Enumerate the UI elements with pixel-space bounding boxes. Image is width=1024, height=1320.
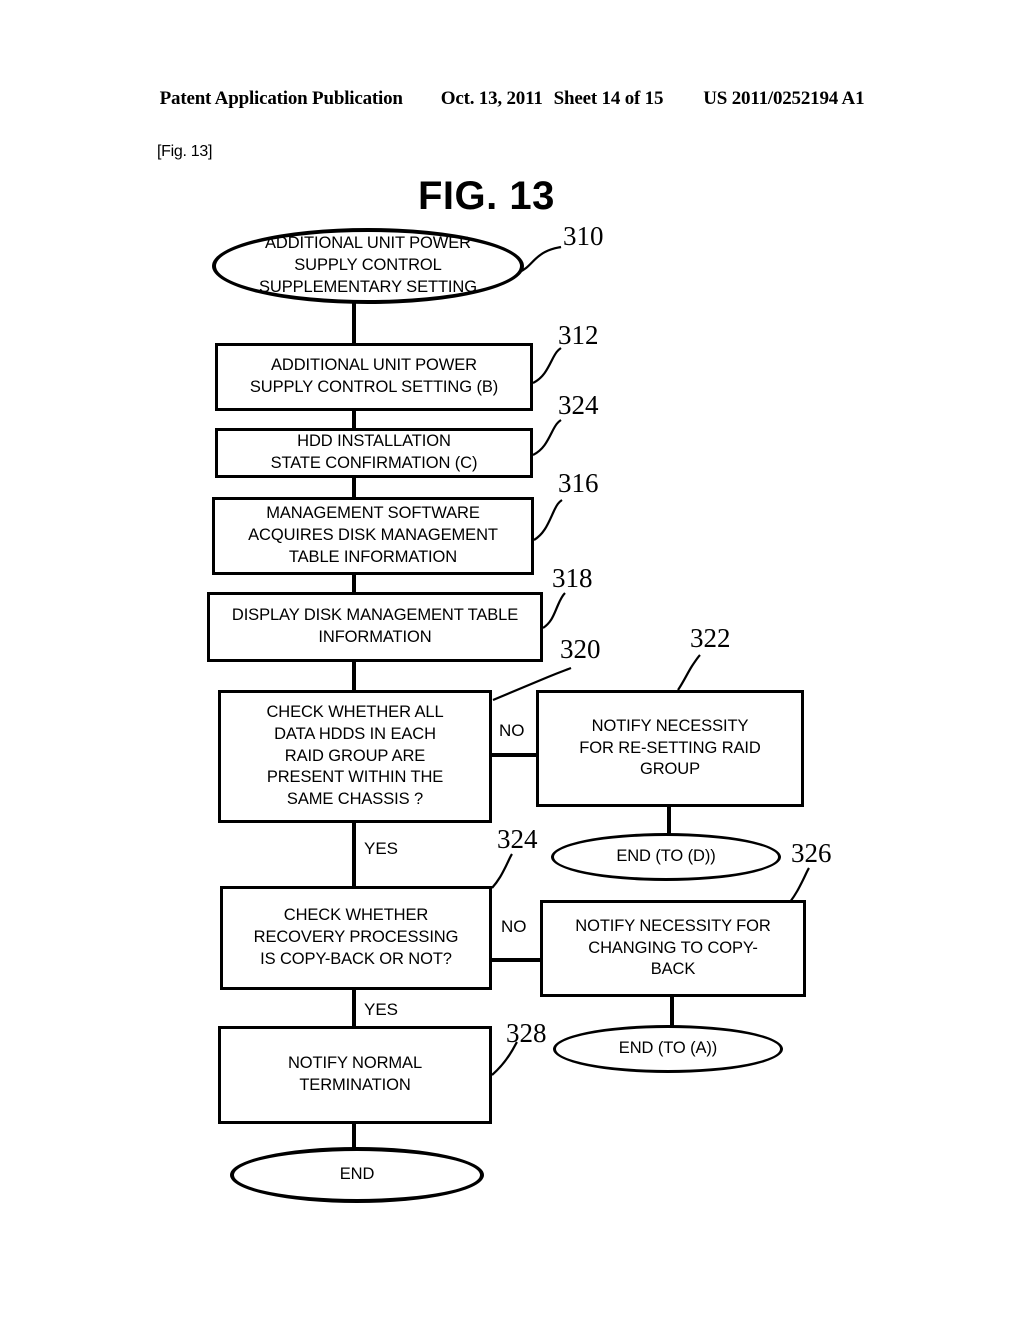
reference-numeral-328: 328 bbox=[506, 1018, 547, 1048]
reference-numeral-326: 326 bbox=[791, 838, 832, 868]
end-node-final[interactable]: END bbox=[230, 1147, 484, 1203]
process-node-label: MANAGEMENT SOFTWARE ACQUIRES DISK MANAGE… bbox=[248, 504, 498, 566]
reference-numeral-320: 320 bbox=[560, 634, 601, 664]
end-node-label: END (TO (D)) bbox=[616, 847, 716, 866]
process-node-notify-resetting-raid-group[interactable]: NOTIFY NECESSITY FOR RE-SETTING RAID GRO… bbox=[536, 690, 804, 807]
start-node-additional-unit-power-supply[interactable]: ADDITIONAL UNIT POWER SUPPLY CONTROL SUP… bbox=[212, 228, 524, 304]
reference-numeral-324: 324 bbox=[497, 824, 538, 854]
branch-label-no-324: NO bbox=[500, 917, 528, 937]
decision-node-recovery-processing-copy-back[interactable]: CHECK WHETHER RECOVERY PROCESSING IS COP… bbox=[220, 886, 492, 990]
reference-numeral-312: 312 bbox=[558, 320, 599, 350]
reference-numeral-310: 310 bbox=[563, 221, 604, 251]
patent-figure-page: Patent Application Publication Oct. 13, … bbox=[0, 0, 1024, 1320]
decision-node-label: CHECK WHETHER RECOVERY PROCESSING IS COP… bbox=[253, 906, 459, 968]
process-node-notify-normal-termination[interactable]: NOTIFY NORMAL TERMINATION bbox=[218, 1026, 492, 1124]
reference-numeral-318: 318 bbox=[552, 563, 593, 593]
reference-numeral-316: 316 bbox=[558, 468, 599, 498]
end-node-to-a[interactable]: END (TO (A)) bbox=[553, 1025, 783, 1073]
process-node-label: ADDITIONAL UNIT POWER SUPPLY CONTROL SET… bbox=[249, 356, 499, 396]
process-node-label: NOTIFY NORMAL TERMINATION bbox=[287, 1054, 423, 1094]
process-node-management-software-acquires-table[interactable]: MANAGEMENT SOFTWARE ACQUIRES DISK MANAGE… bbox=[212, 497, 534, 575]
process-node-label: DISPLAY DISK MANAGEMENT TABLE INFORMATIO… bbox=[231, 606, 519, 646]
end-node-label: END (TO (A)) bbox=[618, 1039, 718, 1058]
branch-label-yes-324: YES bbox=[363, 1000, 400, 1020]
process-node-label: HDD INSTALLATION STATE CONFIRMATION (C) bbox=[270, 432, 478, 472]
start-node-label: ADDITIONAL UNIT POWER SUPPLY CONTROL SUP… bbox=[259, 234, 477, 296]
reference-numeral-314: 324 bbox=[558, 390, 599, 420]
process-node-hdd-installation-state-confirmation[interactable]: HDD INSTALLATION STATE CONFIRMATION (C) bbox=[215, 428, 533, 478]
reference-numeral-322: 322 bbox=[690, 623, 731, 653]
decision-node-all-data-hdds-same-chassis[interactable]: CHECK WHETHER ALL DATA HDDS IN EACH RAID… bbox=[218, 690, 492, 823]
process-node-label: NOTIFY NECESSITY FOR RE-SETTING RAID GRO… bbox=[579, 716, 761, 779]
end-node-to-d[interactable]: END (TO (D)) bbox=[551, 833, 781, 881]
process-node-display-disk-management-table[interactable]: DISPLAY DISK MANAGEMENT TABLE INFORMATIO… bbox=[207, 592, 543, 662]
branch-label-yes-320: YES bbox=[363, 839, 400, 859]
decision-node-label: CHECK WHETHER ALL DATA HDDS IN EACH RAID… bbox=[266, 702, 444, 809]
process-node-power-supply-control-setting-b[interactable]: ADDITIONAL UNIT POWER SUPPLY CONTROL SET… bbox=[215, 343, 533, 411]
process-node-notify-changing-to-copy-back[interactable]: NOTIFY NECESSITY FOR CHANGING TO COPY- B… bbox=[540, 900, 806, 997]
branch-label-no-320: NO bbox=[498, 721, 526, 741]
end-node-label: END bbox=[339, 1165, 375, 1184]
process-node-label: NOTIFY NECESSITY FOR CHANGING TO COPY- B… bbox=[575, 916, 771, 979]
